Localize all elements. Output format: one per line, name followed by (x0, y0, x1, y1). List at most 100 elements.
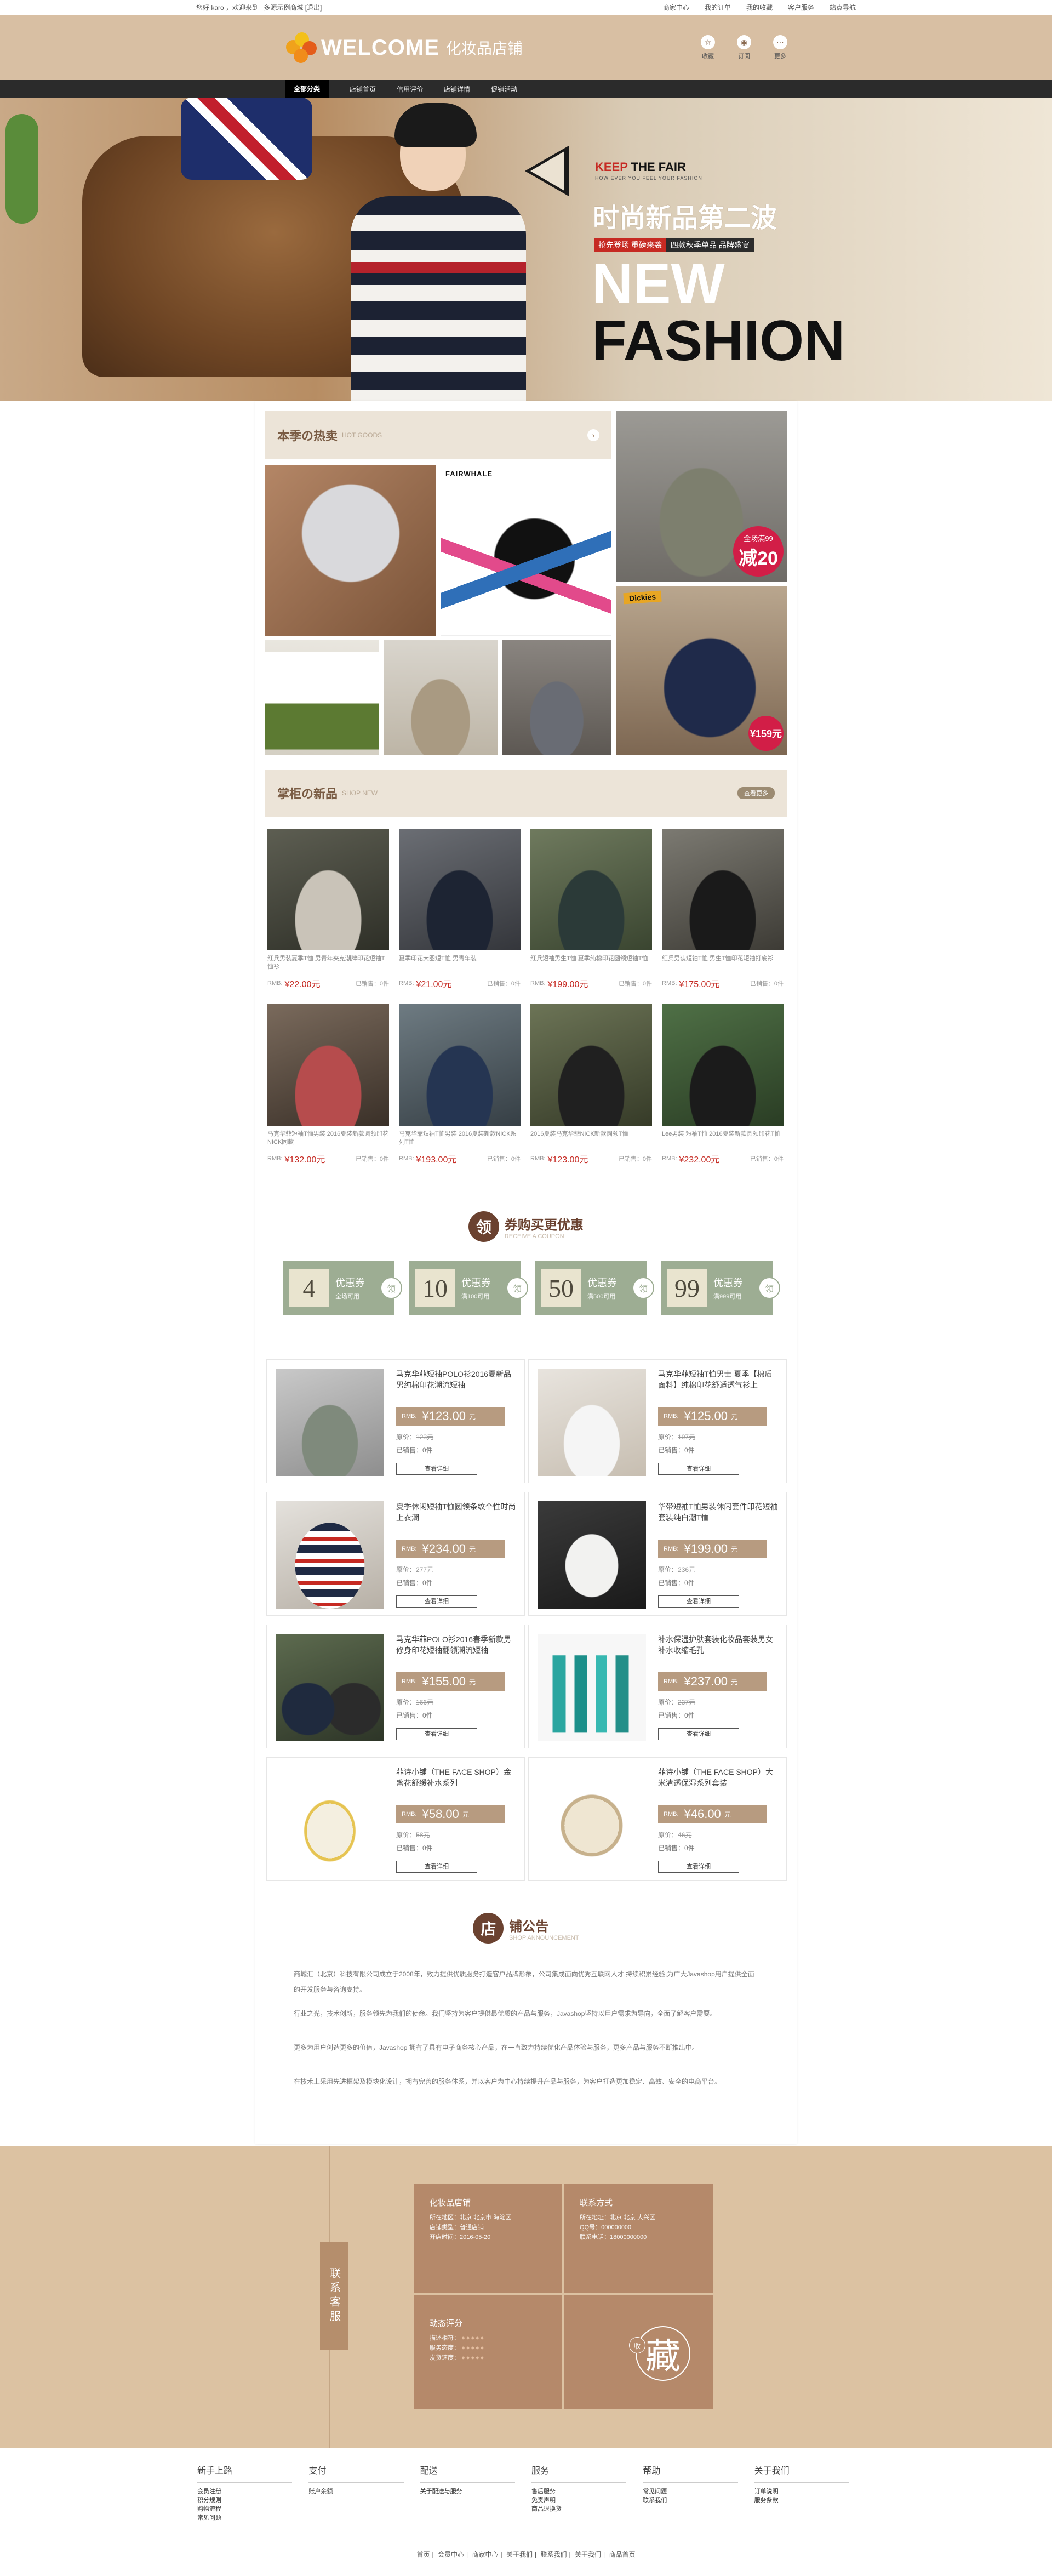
product-card[interactable]: 红兵男装夏季T恤 男青年夹克潮牌印花短袖T恤衫 RMB: ¥22.00元 已销售：0… (267, 829, 389, 994)
merchant-center-link[interactable]: 商家中心 (663, 3, 689, 12)
product-desc[interactable]: 马克华菲短袖T恤男装 2016夏装新款NICK系列T恤 (399, 1130, 521, 1147)
product-card[interactable]: 夏季印花大图短T恤 男青年装 RMB: ¥21.00元 已销售：0件 (399, 829, 521, 994)
product-image[interactable] (399, 1004, 521, 1126)
footer-link[interactable]: 订单说明 (754, 2487, 866, 2496)
new-more-button[interactable]: 查看更多 (737, 787, 775, 799)
view-detail-button[interactable]: 查看详细 (658, 1595, 739, 1608)
my-orders-link[interactable]: 我的订单 (705, 3, 731, 12)
item-name[interactable]: 夏季休闲短袖T恤圆领条纹个性时尚上衣潮 (396, 1501, 518, 1534)
product-card[interactable]: 2016夏装马克华菲NICK新款圆领T恤 RMB: ¥123.00元 已销售：0件 (530, 1004, 652, 1170)
footer-link[interactable]: 会员注册 (197, 2487, 308, 2496)
hot-photo-7[interactable]: Dickies ¥159元 (616, 586, 787, 755)
product-card[interactable]: Lee男装 短袖T恤 2016夏装新款圆领印花T恤 RMB: ¥232.00元 已销… (662, 1004, 784, 1170)
item-image[interactable] (538, 1634, 646, 1741)
item-name[interactable]: 马克华菲短袖POLO衫2016夏新品男纯棉印花潮流短袖 (396, 1369, 518, 1401)
hot-photo-2[interactable]: FAIRWHALE (441, 465, 611, 636)
product-desc[interactable]: Lee男装 短袖T恤 2016夏装新款圆领印花T恤 (662, 1130, 784, 1147)
nav-all-categories[interactable]: 全部分类 (285, 80, 329, 98)
item-name[interactable]: 菲诗小铺（THE FACE SHOP）大米清透保湿系列套装 (658, 1766, 780, 1799)
claim-coupon-button[interactable]: 领 (506, 1277, 528, 1299)
list-item[interactable]: 菲诗小铺（THE FACE SHOP）大米清透保湿系列套装 RMB: ¥46.00… (528, 1757, 787, 1881)
footer-link[interactable]: 购物流程 (197, 2505, 308, 2514)
list-item[interactable]: 华带短袖T恤男装休闲套件印花短袖套装纯白潮T恤 RMB: ¥199.00 元 原价：… (528, 1492, 787, 1616)
nav-credit-rating[interactable]: 信用评价 (397, 84, 423, 94)
favorite-shop-button[interactable]: ☆ 收藏 (699, 35, 717, 60)
item-image[interactable] (538, 1369, 646, 1476)
item-name[interactable]: 华带短袖T恤男装休闲套件印花短袖套装纯白潮T恤 (658, 1501, 780, 1534)
product-image[interactable] (662, 1004, 784, 1126)
footer-link[interactable]: 积分规则 (197, 2496, 308, 2505)
bottom-link[interactable]: 首页 (417, 2551, 430, 2558)
product-desc[interactable]: 2016夏装马克华菲NICK新款圆领T恤 (530, 1130, 652, 1147)
footer-link[interactable]: 免责声明 (531, 2496, 643, 2505)
list-item[interactable]: 马克华菲短袖T恤男士 夏季【棉质面料】纯棉印花舒适透气衫上 RMB: ¥125.0… (528, 1359, 787, 1483)
list-item[interactable]: 马克华菲短袖POLO衫2016夏新品男纯棉印花潮流短袖 RMB: ¥123.00 元… (266, 1359, 525, 1483)
product-image[interactable] (399, 829, 521, 950)
hot-photo-5[interactable] (384, 640, 498, 755)
nav-shop-details[interactable]: 店铺详情 (444, 84, 470, 94)
claim-coupon-button[interactable]: 领 (380, 1277, 402, 1299)
my-favorites-link[interactable]: 我的收藏 (746, 3, 773, 12)
hot-photo-3[interactable]: 全场满99 减20 (616, 411, 787, 582)
footer-link[interactable]: 常见问题 (643, 2487, 754, 2496)
product-image[interactable] (530, 829, 652, 950)
hot-more-button[interactable]: › (587, 429, 599, 441)
coupon-card[interactable]: 10 优惠券 满100可用 领 (409, 1261, 528, 1315)
claim-coupon-button[interactable]: 领 (758, 1277, 780, 1299)
product-card[interactable]: 马克华菲短袖T恤男装 2016夏装新款NICK系列T恤 RMB: ¥193.00元… (399, 1004, 521, 1170)
item-image[interactable] (276, 1766, 384, 1874)
list-item[interactable]: 马克华菲POLO衫2016春季新款男修身印花短袖翻领潮流短袖 RMB: ¥155.… (266, 1625, 525, 1748)
view-detail-button[interactable]: 查看详细 (658, 1728, 739, 1740)
item-image[interactable] (538, 1766, 646, 1874)
item-image[interactable] (538, 1501, 646, 1609)
footer-link[interactable]: 售后服务 (531, 2487, 643, 2496)
claim-coupon-button[interactable]: 领 (632, 1277, 654, 1299)
nav-promotions[interactable]: 促销活动 (491, 84, 517, 94)
footer-link[interactable]: 关于配送与服务 (420, 2487, 531, 2496)
item-image[interactable] (276, 1369, 384, 1476)
customer-service-link[interactable]: 客户服务 (788, 3, 814, 12)
bottom-link[interactable]: 商家中心 (472, 2551, 499, 2558)
bottom-link[interactable]: 关于我们 (506, 2551, 533, 2558)
site-nav-link[interactable]: 站点导航 (830, 3, 856, 12)
hot-photo-6[interactable] (502, 640, 611, 755)
more-button[interactable]: ⋯ 更多 (771, 35, 789, 60)
hot-photo-4[interactable] (265, 640, 379, 755)
bottom-link[interactable]: 商品首页 (609, 2551, 635, 2558)
product-desc[interactable]: 马克华菲短袖T恤男装 2016夏装新款圆领印花NICK同款 (267, 1130, 389, 1147)
item-name[interactable]: 菲诗小铺（THE FACE SHOP）金盏花舒缓补水系列 (396, 1766, 518, 1799)
product-desc[interactable]: 红兵短袖男生T恤 夏季纯棉印花圆领短袖T恤 (530, 955, 652, 971)
contact-service-tab[interactable]: 联系客服 (320, 2242, 348, 2350)
footer-link[interactable]: 联系我们 (643, 2496, 754, 2505)
nav-shop-home[interactable]: 店铺首页 (350, 84, 376, 94)
product-image[interactable] (267, 1004, 389, 1126)
shop-logo[interactable]: WELCOME 化妆品店铺 (285, 31, 523, 64)
product-desc[interactable]: 夏季印花大图短T恤 男青年装 (399, 955, 521, 971)
footer-link[interactable]: 账户余额 (308, 2487, 420, 2496)
list-item[interactable]: 补水保湿护肤套装化妆品套装男女补水收缩毛孔 RMB: ¥237.00 元 原价：23… (528, 1625, 787, 1748)
product-image[interactable] (662, 829, 784, 950)
subscribe-button[interactable]: ◉ 订阅 (735, 35, 753, 60)
footer-link[interactable]: 服务条款 (754, 2496, 866, 2505)
coupon-card[interactable]: 99 优惠券 满999可用 领 (661, 1261, 780, 1315)
product-image[interactable] (530, 1004, 652, 1126)
item-name[interactable]: 马克华菲短袖T恤男士 夏季【棉质面料】纯棉印花舒适透气衫上 (658, 1369, 780, 1401)
coupon-card[interactable]: 50 优惠券 满500可用 领 (535, 1261, 654, 1315)
item-name[interactable]: 补水保湿护肤套装化妆品套装男女补水收缩毛孔 (658, 1634, 780, 1667)
view-detail-button[interactable]: 查看详细 (396, 1861, 477, 1873)
item-name[interactable]: 马克华菲POLO衫2016春季新款男修身印花短袖翻领潮流短袖 (396, 1634, 518, 1667)
item-image[interactable] (276, 1501, 384, 1609)
bottom-link[interactable]: 关于我们 (575, 2551, 601, 2558)
view-detail-button[interactable]: 查看详细 (658, 1861, 739, 1873)
shop-link[interactable]: 多源示例商城 (264, 4, 303, 12)
product-card[interactable]: 红兵短袖男生T恤 夏季纯棉印花圆领短袖T恤 RMB: ¥199.00元 已销售：0件 (530, 829, 652, 994)
product-card[interactable]: 红兵男装短袖T恤 男生T恤印花短袖打底衫 RMB: ¥175.00元 已销售：0件 (662, 829, 784, 994)
footer-link[interactable]: 商品退换货 (531, 2505, 643, 2514)
hot-photo-1[interactable] (265, 465, 436, 636)
favorite-box[interactable]: 藏 收 (564, 2295, 713, 2409)
product-card[interactable]: 马克华菲短袖T恤男装 2016夏装新款圆领印花NICK同款 RMB: ¥132.0… (267, 1004, 389, 1170)
product-desc[interactable]: 红兵男装短袖T恤 男生T恤印花短袖打底衫 (662, 955, 784, 971)
bottom-link[interactable]: 会员中心 (438, 2551, 464, 2558)
view-detail-button[interactable]: 查看详细 (396, 1728, 477, 1740)
favorite-seal-icon[interactable]: 藏 (636, 2326, 690, 2381)
